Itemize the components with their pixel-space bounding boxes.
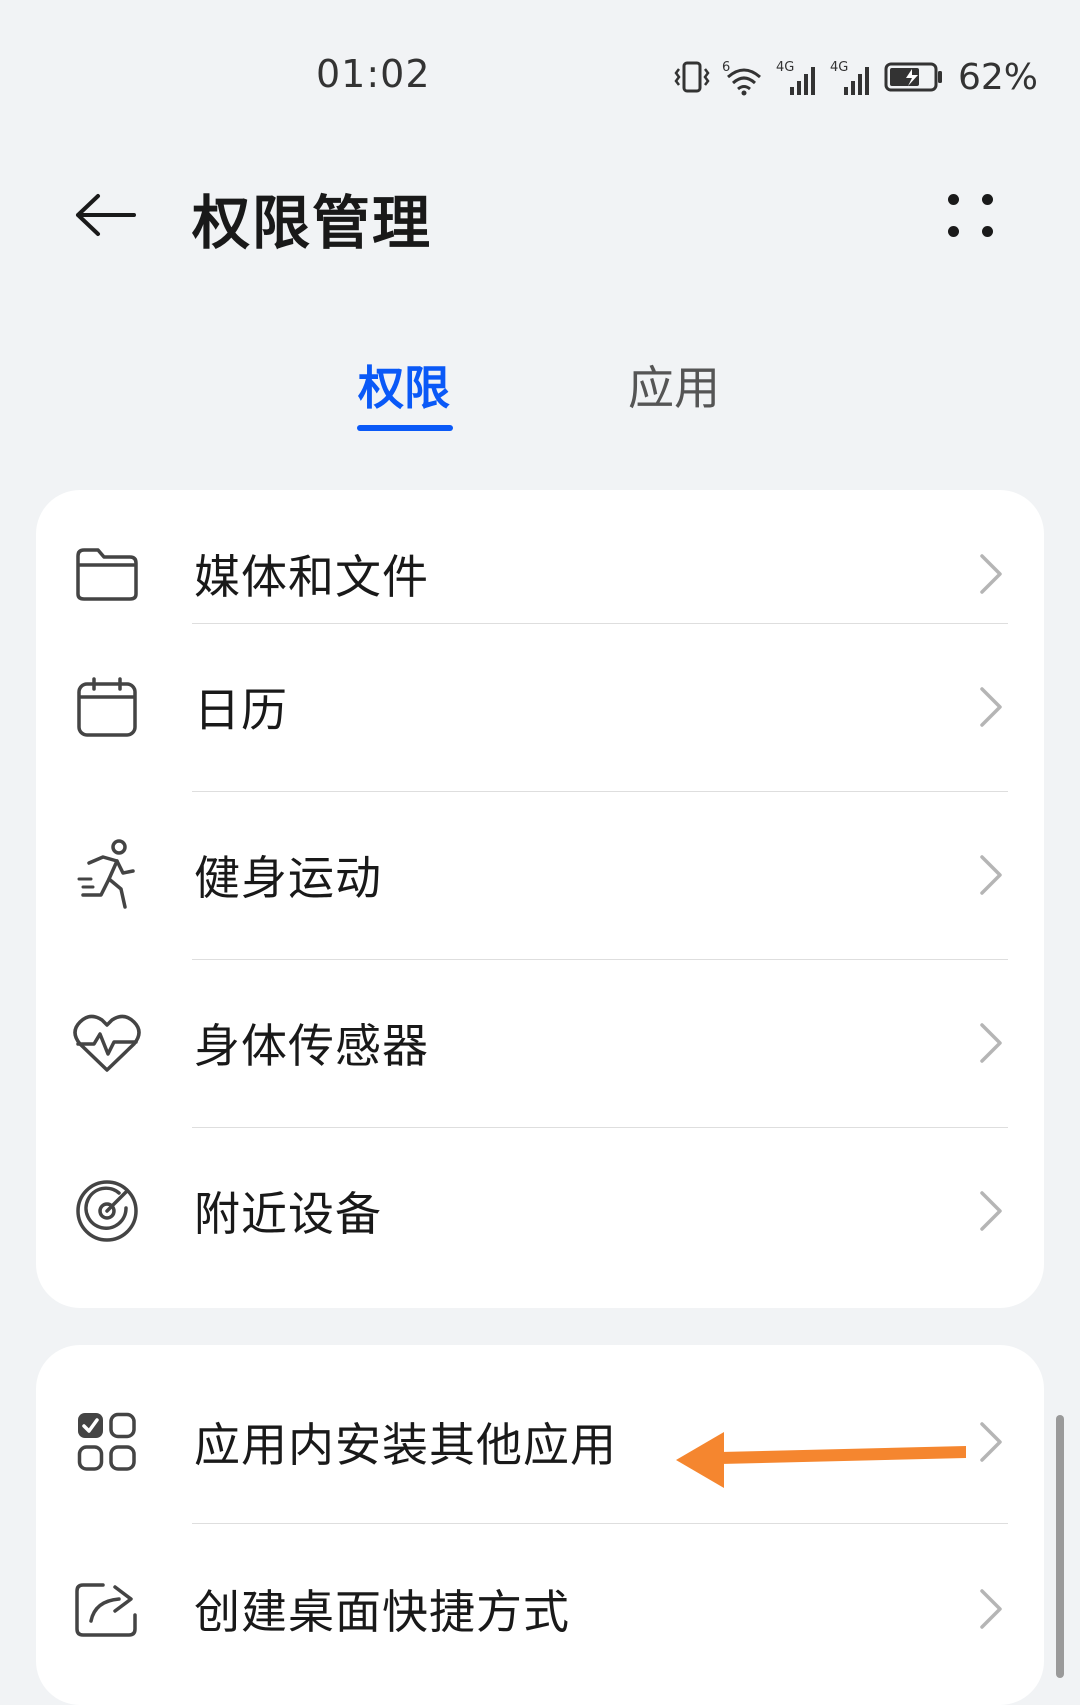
vibrate-icon <box>674 61 710 93</box>
share-shortcut-icon <box>72 1574 142 1644</box>
list-item-label: 健身运动 <box>194 851 382 905</box>
divider <box>192 1523 1008 1524</box>
chevron-right-icon <box>980 554 1002 594</box>
list-item-label: 媒体和文件 <box>194 550 429 604</box>
tab-selected-indicator <box>357 425 453 431</box>
list-item-nearby-devices[interactable]: 附近设备 <box>36 1127 1044 1295</box>
status-icons: 6 4G 4G 62% <box>672 52 1038 102</box>
network-type-1: 4G <box>776 60 794 75</box>
arrow-left-icon <box>76 194 136 236</box>
battery-icon <box>884 62 942 92</box>
other-settings-card: 应用内安装其他应用 创建桌面快捷方式 <box>36 1345 1044 1705</box>
running-person-icon <box>72 839 142 910</box>
radar-icon <box>72 1176 142 1246</box>
chevron-right-icon <box>980 1023 1002 1063</box>
tab-apps[interactable]: 应用 <box>626 352 722 418</box>
page-title: 权限管理 <box>192 189 433 257</box>
signal-icon-2: 4G <box>830 60 869 95</box>
list-item-label: 身体传感器 <box>194 1019 429 1073</box>
list-item-calendar[interactable]: 日历 <box>36 623 1044 791</box>
chevron-right-icon <box>980 687 1002 727</box>
app-grid-check-icon <box>72 1407 142 1477</box>
orange-arrow-left-icon <box>676 1432 966 1488</box>
more-options-button[interactable] <box>940 186 1000 246</box>
list-item-label: 日历 <box>194 683 288 737</box>
list-item-label: 创建桌面快捷方式 <box>194 1585 570 1639</box>
permissions-card: 媒体和文件 日历 健身运动 身体传感器 附近设备 <box>36 490 1044 1308</box>
calendar-icon <box>72 672 142 742</box>
tab-permissions[interactable]: 权限 <box>356 352 452 418</box>
status-time: 01:02 <box>316 52 431 96</box>
status-bar: 01:02 6 4G 4G 62% <box>0 0 1080 130</box>
signal-icon-1: 4G <box>776 60 815 95</box>
heart-pulse-icon <box>72 1008 142 1078</box>
list-item-create-shortcut[interactable]: 创建桌面快捷方式 <box>36 1525 1044 1693</box>
four-dots-icon <box>948 194 959 205</box>
wifi-icon: 6 <box>722 60 761 96</box>
chevron-right-icon <box>980 1589 1002 1629</box>
chevron-right-icon <box>980 855 1002 895</box>
scrollbar[interactable] <box>1056 1415 1064 1678</box>
list-item-label: 应用内安装其他应用 <box>194 1418 617 1472</box>
network-type-2: 4G <box>830 60 848 75</box>
battery-percentage: 62% <box>957 56 1038 98</box>
chevron-right-icon <box>980 1422 1002 1462</box>
wifi-badge: 6 <box>722 60 730 75</box>
back-button[interactable] <box>70 180 140 250</box>
list-item-fitness[interactable]: 健身运动 <box>36 791 1044 959</box>
folder-icon <box>72 539 142 609</box>
list-item-body-sensors[interactable]: 身体传感器 <box>36 959 1044 1127</box>
chevron-right-icon <box>980 1191 1002 1231</box>
list-item-label: 附近设备 <box>194 1187 382 1241</box>
